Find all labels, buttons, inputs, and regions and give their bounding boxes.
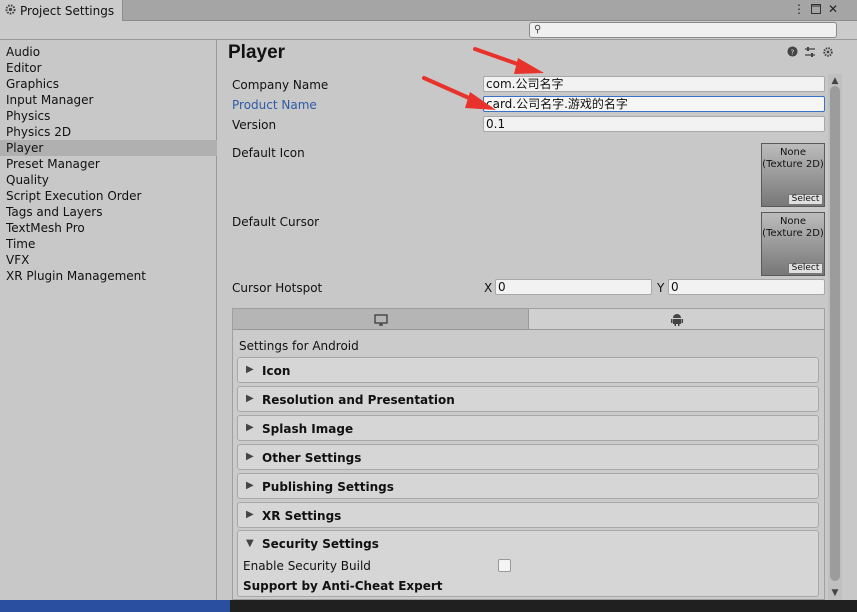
platform-settings-panel: Settings for Android ▶ Icon ▶ Resolution… bbox=[232, 308, 825, 600]
foldout-title: Other Settings bbox=[262, 451, 362, 465]
foldout-expanded-arrow-icon[interactable]: ▼ bbox=[246, 538, 254, 549]
foldout-splash-image[interactable]: ▶ Splash Image bbox=[237, 415, 819, 441]
foldout-arrow-icon: ▶ bbox=[246, 480, 254, 491]
sidebar-item-time[interactable]: Time bbox=[0, 236, 217, 252]
product-name-field[interactable]: card.公司名字.游戏的名字 bbox=[483, 96, 825, 112]
sidebar-item-script-execution-order[interactable]: Script Execution Order bbox=[0, 188, 217, 204]
foldout-resolution-and-presentation[interactable]: ▶ Resolution and Presentation bbox=[237, 386, 819, 412]
svg-text:?: ? bbox=[790, 47, 794, 56]
foldout-icon[interactable]: ▶ Icon bbox=[237, 357, 819, 383]
object-field-text: None (Texture 2D) bbox=[762, 147, 824, 170]
sidebar-item-vfx[interactable]: VFX bbox=[0, 252, 217, 268]
scroll-down-icon[interactable]: ▼ bbox=[828, 586, 842, 600]
foldout-title: Splash Image bbox=[262, 422, 354, 436]
sidebar-item-textmesh-pro[interactable]: TextMesh Pro bbox=[0, 220, 217, 236]
close-icon[interactable]: ✕ bbox=[826, 1, 840, 17]
default-cursor-object-field[interactable]: None (Texture 2D) Select bbox=[761, 212, 825, 276]
enable-security-build-checkbox[interactable] bbox=[498, 559, 511, 572]
platform-title: Settings for Android bbox=[239, 339, 359, 353]
page-title: Player bbox=[228, 42, 286, 63]
security-settings-title[interactable]: Security Settings bbox=[262, 537, 379, 551]
scroll-thumb[interactable] bbox=[830, 86, 840, 581]
hotspot-y-field[interactable]: 0 bbox=[668, 279, 825, 295]
hotspot-y-label: Y bbox=[657, 281, 665, 295]
preset-sliders-icon[interactable] bbox=[804, 46, 816, 58]
hotspot-x-field[interactable]: 0 bbox=[495, 279, 652, 295]
sidebar-item-physics[interactable]: Physics bbox=[0, 108, 217, 124]
kebab-menu-icon[interactable]: ⋮ bbox=[792, 1, 806, 17]
foldout-arrow-icon: ▶ bbox=[246, 509, 254, 520]
foldout-xr-settings[interactable]: ▶ XR Settings bbox=[237, 502, 819, 528]
company-name-label: Company Name bbox=[232, 78, 329, 92]
main-panel: Player ? Company Name com.公司名字 Product N… bbox=[218, 40, 857, 600]
bottom-strip-left bbox=[0, 600, 230, 612]
foldout-arrow-icon: ▶ bbox=[246, 364, 254, 375]
product-name-label: Product Name bbox=[232, 98, 317, 112]
settings-gear-icon[interactable] bbox=[822, 46, 834, 58]
foldout-title: XR Settings bbox=[262, 509, 342, 523]
monitor-icon bbox=[373, 312, 388, 326]
company-name-field[interactable]: com.公司名字 bbox=[483, 76, 825, 92]
vertical-scrollbar[interactable]: ▲ ▼ bbox=[828, 74, 842, 602]
foldout-arrow-icon: ▶ bbox=[246, 451, 254, 462]
default-icon-object-field[interactable]: None (Texture 2D) Select bbox=[761, 143, 825, 207]
object-field-text: None (Texture 2D) bbox=[762, 216, 824, 239]
version-label: Version bbox=[232, 118, 277, 132]
foldout-title: Resolution and Presentation bbox=[262, 393, 455, 407]
sidebar-item-input-manager[interactable]: Input Manager bbox=[0, 92, 217, 108]
sidebar-item-tags-and-layers[interactable]: Tags and Layers bbox=[0, 204, 217, 220]
anti-cheat-expert-label: Support by Anti-Cheat Expert bbox=[243, 579, 443, 593]
sidebar-item-physics-2d[interactable]: Physics 2D bbox=[0, 124, 217, 140]
default-cursor-label: Default Cursor bbox=[232, 215, 320, 229]
default-icon-select-button[interactable]: Select bbox=[788, 194, 823, 205]
foldout-other-settings[interactable]: ▶ Other Settings bbox=[237, 444, 819, 470]
foldout-publishing-settings[interactable]: ▶ Publishing Settings bbox=[237, 473, 819, 499]
tab-standalone[interactable] bbox=[233, 309, 529, 330]
help-icon[interactable]: ? bbox=[786, 46, 798, 58]
foldout-arrow-icon: ▶ bbox=[246, 393, 254, 404]
maximize-icon[interactable] bbox=[809, 1, 823, 17]
default-cursor-select-button[interactable]: Select bbox=[788, 263, 823, 274]
sidebar-item-editor[interactable]: Editor bbox=[0, 60, 217, 76]
sidebar-item-player[interactable]: Player bbox=[0, 140, 217, 156]
cursor-hotspot-label: Cursor Hotspot bbox=[232, 281, 323, 295]
window-tab[interactable]: Project Settings bbox=[0, 0, 123, 21]
tab-android[interactable] bbox=[529, 309, 824, 330]
android-icon bbox=[670, 312, 683, 326]
foldout-security-settings: ▼ Security Settings Enable Security Buil… bbox=[237, 530, 819, 597]
foldout-title: Icon bbox=[262, 364, 291, 378]
sidebar-item-xr-plugin-management[interactable]: XR Plugin Management bbox=[0, 268, 217, 284]
search-input[interactable]: ⚲ bbox=[529, 22, 837, 38]
sidebar-item-preset-manager[interactable]: Preset Manager bbox=[0, 156, 217, 172]
sidebar-item-audio[interactable]: Audio bbox=[0, 44, 217, 60]
hotspot-x-label: X bbox=[484, 281, 493, 295]
foldout-title: Publishing Settings bbox=[262, 480, 394, 494]
sidebar-item-quality[interactable]: Quality bbox=[0, 172, 217, 188]
default-icon-label: Default Icon bbox=[232, 146, 305, 160]
sidebar-item-graphics[interactable]: Graphics bbox=[0, 76, 217, 92]
sidebar: Audio Editor Graphics Input Manager Phys… bbox=[0, 40, 217, 600]
toolbar: ⚲ bbox=[0, 21, 857, 40]
version-field[interactable]: 0.1 bbox=[483, 116, 825, 132]
window-titlebar: Project Settings ⋮ ✕ bbox=[0, 0, 857, 21]
search-icon: ⚲ bbox=[534, 24, 542, 35]
foldout-arrow-icon: ▶ bbox=[246, 422, 254, 433]
platform-tabs bbox=[233, 309, 824, 331]
window-title: Project Settings bbox=[20, 3, 115, 18]
enable-security-build-label: Enable Security Build bbox=[243, 559, 371, 573]
gear-icon bbox=[4, 3, 17, 19]
